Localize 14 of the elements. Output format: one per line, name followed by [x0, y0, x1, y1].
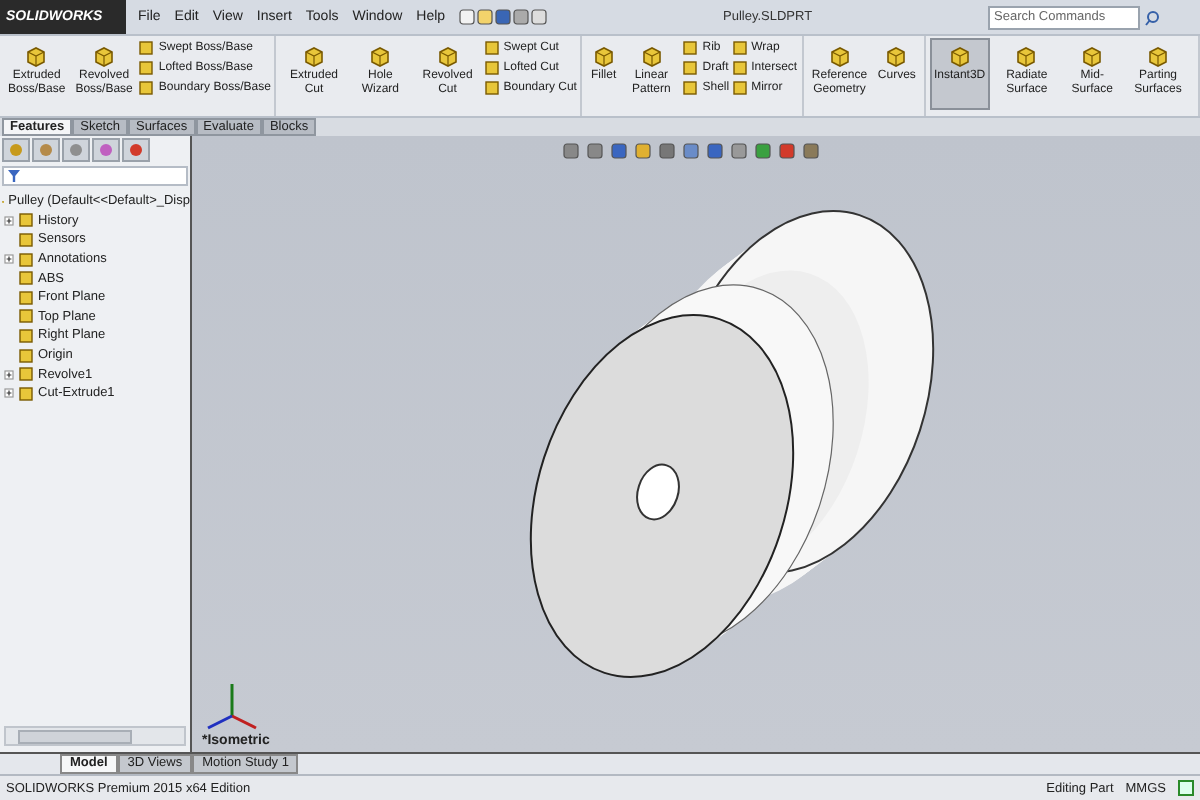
panel-tab[interactable] [32, 138, 60, 162]
expand-icon[interactable] [4, 254, 14, 265]
help-icon[interactable] [1178, 780, 1194, 796]
filter-icon [8, 170, 20, 182]
search-icon [1144, 9, 1160, 25]
panel-tab[interactable] [92, 138, 120, 162]
panel-tab[interactable] [122, 138, 150, 162]
panel-tab[interactable] [62, 138, 90, 162]
expand-icon[interactable] [4, 215, 14, 226]
scrollbar[interactable] [4, 726, 186, 746]
axis-triad-drawing [207, 684, 257, 730]
filter-field[interactable] [2, 166, 188, 186]
expand-icon[interactable] [4, 388, 14, 399]
expand-icon[interactable] [4, 369, 14, 380]
